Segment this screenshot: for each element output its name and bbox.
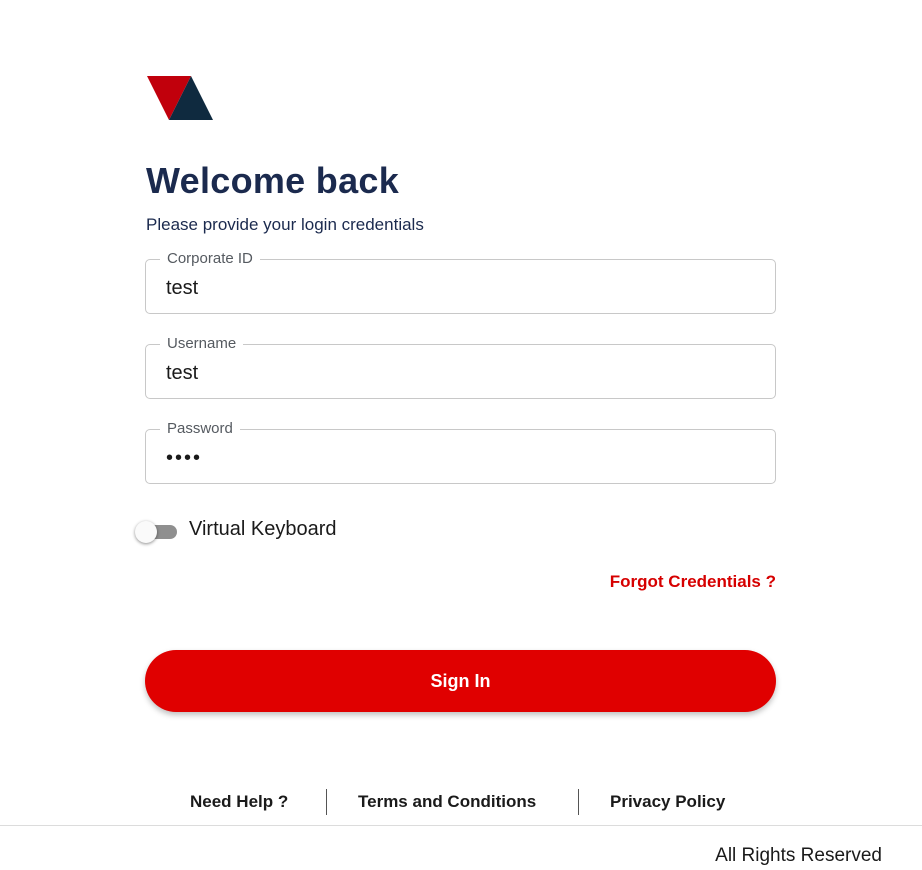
username-field[interactable]: Username test: [145, 334, 776, 399]
sign-in-button[interactable]: Sign In: [145, 650, 776, 712]
toggle-knob: [135, 521, 157, 543]
privacy-policy-link[interactable]: Privacy Policy: [610, 792, 725, 812]
corporate-id-field[interactable]: Corporate ID test: [145, 249, 776, 314]
username-label: Username: [160, 334, 244, 354]
footer-divider: [578, 789, 579, 815]
virtual-keyboard-toggle[interactable]: [135, 520, 179, 544]
page-title: Welcome back: [146, 160, 400, 201]
password-value[interactable]: ••••: [166, 445, 202, 471]
copyright-text: All Rights Reserved: [715, 845, 882, 866]
forgot-credentials-link[interactable]: Forgot Credentials ?: [610, 572, 776, 592]
brand-logo: [147, 76, 213, 120]
footer-divider: [326, 789, 327, 815]
corporate-id-label: Corporate ID: [160, 249, 260, 269]
password-field[interactable]: Password ••••: [145, 419, 776, 484]
corporate-id-value[interactable]: test: [166, 275, 198, 301]
terms-link[interactable]: Terms and Conditions: [358, 792, 536, 812]
password-label: Password: [160, 419, 240, 439]
footer-links: Need Help ? Terms and Conditions Privacy…: [0, 788, 922, 816]
page-subtitle: Please provide your login credentials: [146, 215, 424, 234]
login-page: Welcome back Please provide your login c…: [0, 0, 922, 870]
footer-divider-line: [0, 825, 922, 826]
username-value[interactable]: test: [166, 360, 198, 386]
virtual-keyboard-label: Virtual Keyboard: [189, 518, 337, 540]
need-help-link[interactable]: Need Help ?: [190, 792, 288, 812]
